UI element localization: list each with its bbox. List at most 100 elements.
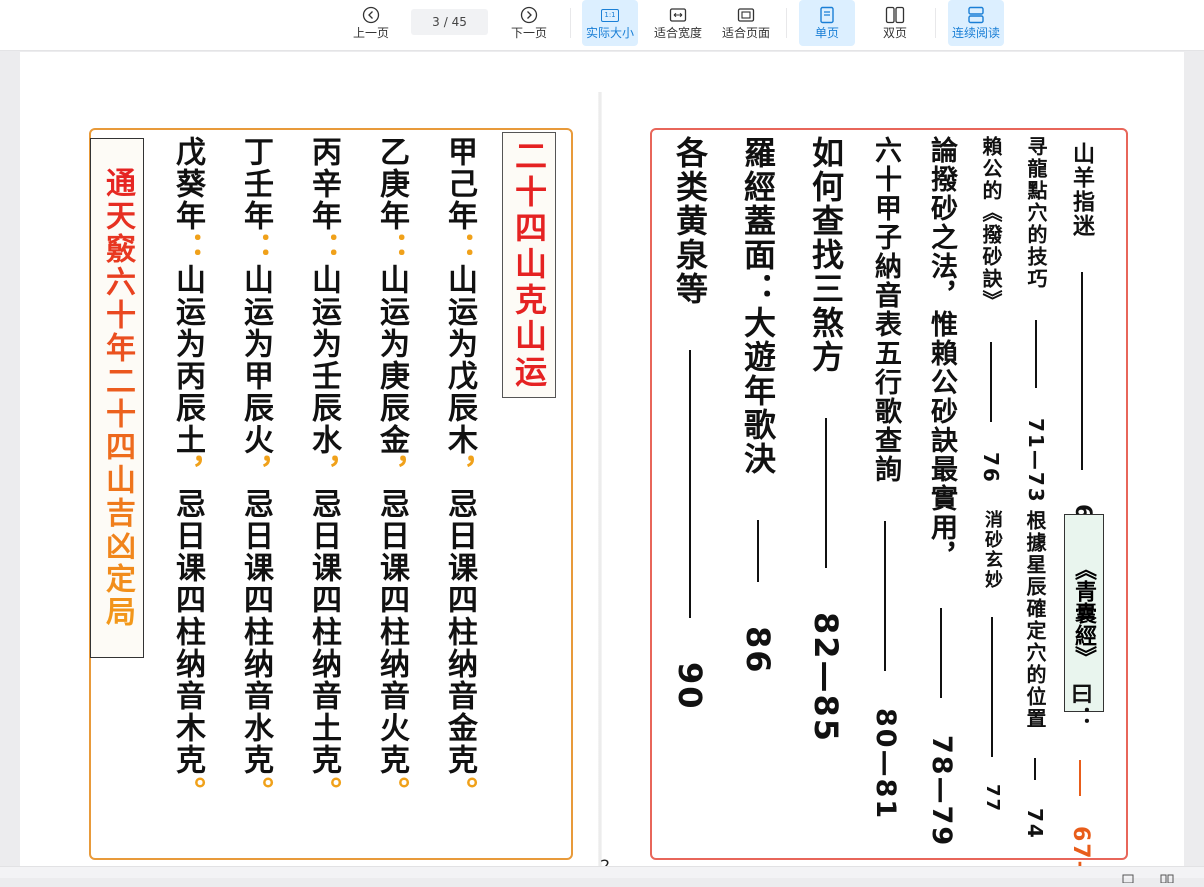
single-page-icon: [819, 6, 835, 24]
left-line-4: 丁壬年：山运为甲辰火，忌日课四柱纳音水克。: [236, 136, 274, 808]
toc-page: 80—81: [870, 708, 901, 821]
left-box-title: 二十四山克山运: [502, 132, 556, 398]
line-rest: 忌日课四柱纳音木克: [170, 488, 205, 776]
continuous-read-label: 连续阅读: [951, 26, 1000, 40]
toc-text: 寻龍點穴的技巧: [1024, 136, 1048, 290]
toc-text: 羅經蓋面：大遊年歌決: [739, 136, 777, 476]
line-rest: 忌日课四柱纳音金克: [442, 488, 477, 776]
toc-entry-3: 賴公的《撥砂訣》 76: [978, 136, 1004, 484]
prev-page-button[interactable]: 上一页: [346, 0, 396, 46]
toc-entry-2: 寻龍點穴的技巧 71—73: [1023, 136, 1049, 504]
leader-line: [1081, 272, 1083, 470]
line-body: 山运为庚辰金: [374, 264, 409, 456]
leader-line: [991, 617, 993, 757]
toc-entry-5: 六十甲子納音表五行歌查詢 80—81: [868, 136, 902, 820]
page-number: 2: [600, 856, 611, 866]
actual-size-label: 实际大小: [585, 26, 634, 40]
colon: ：: [238, 232, 273, 264]
page-total: / 45: [443, 15, 467, 29]
fit-width-label: 适合宽度: [653, 26, 702, 40]
continuous-read-button[interactable]: 连续阅读: [948, 0, 1004, 46]
single-page-button[interactable]: 单页: [799, 0, 855, 46]
toc-entry-8: 各类黄泉等 90: [670, 136, 710, 711]
comma: ，: [374, 456, 409, 488]
fit-page-button[interactable]: 适合页面: [718, 0, 774, 46]
colon: ：: [170, 232, 205, 264]
toolbar-divider: [570, 8, 571, 38]
toc-text: 論撥砂之法，惟賴公砂訣最實用，: [926, 136, 957, 571]
line-body: 山运为丙辰土: [170, 264, 205, 456]
actual-size-icon: 1:1: [601, 6, 619, 24]
leader-line: [1079, 760, 1081, 796]
actual-size-button[interactable]: 1:1 实际大小: [582, 0, 638, 46]
qingnang-entry: 曰： 67—70: [1066, 682, 1094, 866]
next-page-button[interactable]: 下一页: [504, 0, 554, 46]
toc-entry-7: 羅經蓋面：大遊年歌決 86: [738, 136, 778, 675]
comma: ，: [170, 456, 205, 488]
left-box-title-text: 二十四山克山运: [510, 139, 548, 391]
fit-width-icon: [669, 6, 687, 24]
qingnang-title: 《青囊經》: [1071, 558, 1097, 668]
comma: ，: [442, 456, 477, 488]
left-line-3: 丙辛年：山运为壬辰水，忌日课四柱纳音土克。: [304, 136, 342, 808]
leader-line: [940, 608, 942, 698]
toc-text: 各类黄泉等: [671, 136, 709, 306]
left-side-title-text: 通天竅六十年二十四山吉凶定局: [95, 167, 139, 629]
status-bar: [0, 866, 1204, 878]
fit-page-label: 适合页面: [721, 26, 770, 40]
double-page-button[interactable]: 双页: [867, 0, 923, 46]
colon: ：: [442, 232, 477, 264]
year-text: 丙辛年: [306, 136, 341, 232]
line-body: 山运为甲辰火: [238, 264, 273, 456]
chevron-right-circle-icon: [520, 6, 538, 24]
period: 。: [442, 776, 477, 808]
double-page-label: 双页: [882, 26, 907, 40]
leader-line: [689, 350, 691, 618]
left-line-1: 甲己年：山运为戊辰木，忌日课四柱纳音金克。: [440, 136, 478, 808]
fit-page-icon: [737, 6, 755, 24]
leader-line: [757, 520, 759, 582]
fit-width-button[interactable]: 适合宽度: [650, 0, 706, 46]
toc-text: 六十甲子納音表五行歌查詢: [870, 136, 901, 484]
next-page-label: 下一页: [510, 26, 547, 40]
period: 。: [238, 776, 273, 808]
toc-entry-q3: 消砂玄妙 77: [980, 510, 1004, 813]
year-text: 丁壬年: [238, 136, 273, 232]
toc-page: 82—85: [807, 612, 845, 744]
leader-line: [1034, 758, 1036, 780]
toc-page: 90: [671, 662, 709, 711]
year-text: 甲己年: [442, 136, 477, 232]
toc-page: 74: [1023, 808, 1047, 840]
left-side-title: 通天竅六十年二十四山吉凶定局: [90, 138, 144, 658]
toc-page: 78—79: [926, 735, 957, 848]
toolbar-divider: [935, 8, 936, 38]
leader-line: [990, 342, 992, 422]
leader-line: [884, 521, 886, 671]
page-gutter: [598, 92, 602, 866]
single-view-icon[interactable]: [1121, 868, 1135, 884]
toolbar-divider: [786, 8, 787, 38]
leader-line: [1035, 320, 1037, 388]
toc-text: 如何查找三煞方: [807, 136, 845, 374]
grid-view-icon[interactable]: [1160, 868, 1174, 884]
left-line-2: 乙庚年：山运为庚辰金，忌日课四柱纳音火克。: [372, 136, 410, 808]
toc-entry-1: 山羊指迷 66: [1068, 142, 1096, 539]
colon: ：: [374, 232, 409, 264]
toc-entry-6: 如何查找三煞方 82—85: [806, 136, 846, 743]
document-view[interactable]: 通天竅六十年二十四山吉凶定局 二十四山克山运 甲己年：山运为戊辰木，忌日课四柱纳…: [20, 52, 1184, 866]
colon: ：: [306, 232, 341, 264]
leader-line: [825, 418, 827, 568]
prev-page-label: 上一页: [352, 26, 389, 40]
left-line-5: 戊葵年：山运为丙辰土，忌日课四柱纳音木克。: [168, 136, 206, 808]
line-rest: 忌日课四柱纳音火克: [374, 488, 409, 776]
period: 。: [306, 776, 341, 808]
toc-page: 67—70: [1068, 826, 1093, 866]
toc-text: 根據星辰確定穴的位置: [1023, 510, 1047, 730]
toolbar: 上一页 3 / 45 下一页 1:1 实际大小 适合宽度 适合页面 单页 双页 …: [0, 0, 1204, 51]
page-current-input[interactable]: 3: [432, 15, 440, 29]
line-rest: 忌日课四柱纳音土克: [306, 488, 341, 776]
toc-entry-4: 論撥砂之法，惟賴公砂訣最實用， 78—79: [924, 136, 958, 847]
toc-text: 賴公的《撥砂訣》: [979, 136, 1003, 312]
page-indicator[interactable]: 3 / 45: [411, 9, 488, 35]
line-rest: 忌日课四柱纳音水克: [238, 488, 273, 776]
